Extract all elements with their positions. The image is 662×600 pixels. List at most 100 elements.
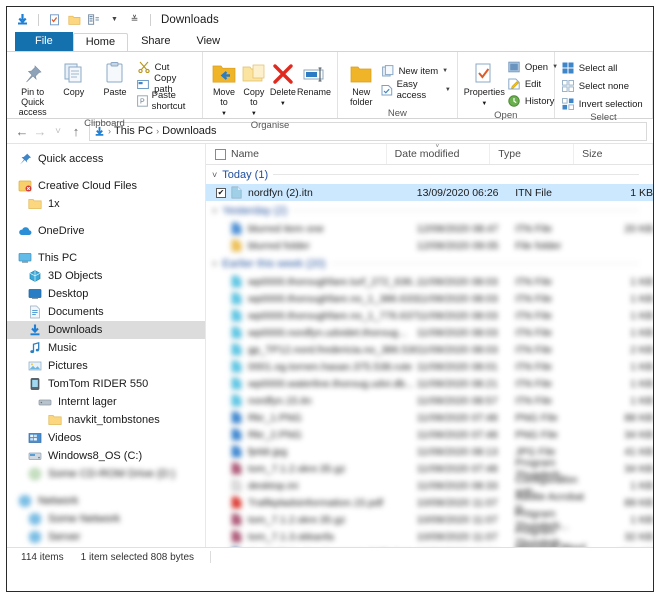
cut-button[interactable]: Cut <box>137 60 196 74</box>
chevron-down-icon[interactable]: ˅ <box>212 259 217 269</box>
table-row[interactable]: Rkr_1.PNG 11/09/2020 07:48 PNG File 88 KB <box>206 409 653 426</box>
sidebar-item-pictures[interactable]: Pictures <box>7 357 205 375</box>
table-row[interactable]: blurred folder 12/09/2020 09:05 File folde… <box>206 237 653 254</box>
table-row[interactable]: ✔ nordfyn (2).itn 13/09/2020 06:26 ITN File… <box>206 184 653 201</box>
column-header-size[interactable]: Size <box>574 144 653 164</box>
table-row[interactable]: wp0000.thoroughfare.turf_272_636... 11/09… <box>206 273 653 290</box>
select-all-checkbox[interactable] <box>215 148 226 160</box>
row-checkbox[interactable] <box>216 498 226 508</box>
table-row[interactable]: gp_TP12.nord.fredericia.no_386.536... 11/… <box>206 341 653 358</box>
history-button[interactable]: History <box>507 94 558 108</box>
paste-shortcut-button[interactable]: P Paste shortcut <box>136 90 196 112</box>
chevron-down-icon[interactable]: ˅ <box>212 206 217 216</box>
table-row[interactable]: wp0000.thoroughfare.no_1_386.633... 11/09… <box>206 290 653 307</box>
copy-button[interactable]: Copy <box>54 56 93 97</box>
download-arrow-icon[interactable] <box>15 12 30 27</box>
table-row[interactable]: wp0000.waterline.thoroug.udvi.db... 11/09… <box>206 375 653 392</box>
row-checkbox[interactable] <box>216 345 226 355</box>
row-checkbox[interactable] <box>216 413 226 423</box>
sidebar-item-some-network[interactable]: Some Network <box>7 510 205 528</box>
sidebar-item-some-cd-rom-drive-d[interactable]: Some CD-ROM Drive (D:) <box>7 465 205 483</box>
sidebar-item-this-pc[interactable]: This PC <box>7 249 205 267</box>
select-all-button[interactable]: Select all <box>561 61 643 75</box>
row-checkbox[interactable] <box>216 515 226 525</box>
sidebar-item-desktop[interactable]: Desktop <box>7 285 205 303</box>
edit-button[interactable]: Edit <box>507 77 558 91</box>
copy-path-button[interactable]: Copy path <box>137 73 196 95</box>
sidebar-item-onedrive[interactable]: OneDrive <box>7 222 205 240</box>
move-to-dropdown-chevron-icon[interactable]: ▼ <box>221 109 227 119</box>
row-checkbox[interactable] <box>216 464 226 474</box>
sidebar-item-internt-lager[interactable]: Internt lager <box>7 393 205 411</box>
file-group-header[interactable]: ˅ Yesterday (2) <box>206 201 653 220</box>
file-group-header[interactable]: ˅ Earlier this week (20) <box>206 254 653 273</box>
table-row[interactable]: 0001.og.tornen.hasan.375.538.rute 11/09/2… <box>206 358 653 375</box>
table-row[interactable]: Henki Ride development_2.05.docx10/09/20… <box>206 542 653 548</box>
row-checkbox[interactable] <box>216 311 226 321</box>
row-checkbox[interactable] <box>216 362 226 372</box>
sidebar-item-windows8-os-c[interactable]: Windows8_OS (C:) <box>7 447 205 465</box>
row-checkbox[interactable] <box>216 241 226 251</box>
row-checkbox[interactable]: ✔ <box>216 187 226 198</box>
row-checkbox[interactable] <box>216 481 226 491</box>
column-header-name[interactable]: Name <box>231 144 387 164</box>
sidebar-item-3d-objects[interactable]: 3D Objects <box>7 267 205 285</box>
new-folder-button[interactable]: New folder <box>344 56 379 107</box>
row-checkbox[interactable] <box>216 430 226 440</box>
sidebar-item-server[interactable]: Server <box>7 528 205 546</box>
table-row[interactable]: nordfyn.15.itn 11/09/2020 08:57 ITN File 1 … <box>206 392 653 409</box>
rename-button[interactable]: Rename <box>297 56 331 97</box>
new-item-button[interactable]: New item ▼ <box>381 64 451 78</box>
new-folder-icon[interactable] <box>67 12 82 27</box>
row-checkbox[interactable] <box>216 396 226 406</box>
table-row[interactable]: wp0000.thoroughfare.no_1_776.637... 11/09… <box>206 307 653 324</box>
sidebar-item-tomtom-rider-550[interactable]: TomTom RIDER 550 <box>7 375 205 393</box>
copy-to-dropdown-chevron-icon[interactable]: ▼ <box>251 109 257 119</box>
new-item-dropdown-chevron-icon[interactable]: ▼ <box>442 68 448 74</box>
file-group-header[interactable]: ˅ Today (1) <box>206 165 653 184</box>
row-checkbox[interactable] <box>216 224 226 234</box>
easy-access-dropdown-chevron-icon[interactable]: ▼ <box>445 87 451 93</box>
column-header-type[interactable]: Type <box>490 144 575 164</box>
tab-file[interactable]: File <box>15 32 73 51</box>
sidebar-item-documents[interactable]: Documents <box>7 303 205 321</box>
chevron-down-icon[interactable]: ˅ <box>212 170 217 180</box>
delete-dropdown-chevron-icon[interactable]: ▼ <box>280 99 286 109</box>
sidebar-item-quick-access[interactable]: Quick access <box>7 150 205 168</box>
sidebar-item-videos[interactable]: Videos <box>7 429 205 447</box>
table-row[interactable]: blurred item one 12/09/2020 08:47 ITN File… <box>206 220 653 237</box>
invert-selection-button[interactable]: Invert selection <box>561 97 643 111</box>
qat-dropdown-chevron-icon[interactable]: ▼ <box>107 12 122 27</box>
paste-button[interactable]: Paste <box>95 56 134 97</box>
row-checkbox[interactable] <box>216 447 226 457</box>
sidebar-item-network[interactable]: Network <box>7 492 205 510</box>
move-to-button[interactable]: Move to ▼ <box>209 56 239 119</box>
sidebar-item-music[interactable]: Music <box>7 339 205 357</box>
row-checkbox[interactable] <box>216 328 226 338</box>
vertical-scrollbar[interactable] <box>645 144 653 547</box>
sidebar-item-1x[interactable]: 1x <box>7 195 205 213</box>
properties-button[interactable]: Properties ▼ <box>464 56 505 109</box>
properties-icon[interactable] <box>47 12 62 27</box>
sidebar-item-creative-cloud-files[interactable]: Creative Cloud Files <box>7 177 205 195</box>
table-row[interactable]: wp0000.nordfyn.udvidet.thoroug... 11/09/2… <box>206 324 653 341</box>
row-checkbox[interactable] <box>216 294 226 304</box>
view-options-icon[interactable] <box>87 12 102 27</box>
properties-dropdown-chevron-icon[interactable]: ▼ <box>481 99 487 109</box>
row-checkbox[interactable] <box>216 532 226 542</box>
easy-access-button[interactable]: Easy access ▼ <box>381 79 451 101</box>
select-none-button[interactable]: Select none <box>561 79 643 93</box>
tab-share[interactable]: Share <box>128 32 183 51</box>
row-checkbox[interactable] <box>216 379 226 389</box>
sidebar-item-navkit-tombstones[interactable]: navkit_tombstones <box>7 411 205 429</box>
customize-chevron-icon[interactable]: ≚ <box>127 12 142 27</box>
tab-view[interactable]: View <box>183 32 233 51</box>
open-button[interactable]: Open ▼ <box>507 60 558 74</box>
tab-home[interactable]: Home <box>72 33 129 52</box>
sidebar-item-downloads[interactable]: Downloads <box>7 321 205 339</box>
pin-to-quick-access-button[interactable]: Pin to Quick access <box>13 56 52 117</box>
delete-button[interactable]: Delete ▼ <box>269 56 297 109</box>
table-row[interactable]: Rkr_2.PNG 11/09/2020 07:48 PNG File 34 KB <box>206 426 653 443</box>
row-checkbox[interactable] <box>216 277 226 287</box>
copy-to-button[interactable]: Copy to ▼ <box>239 56 269 119</box>
